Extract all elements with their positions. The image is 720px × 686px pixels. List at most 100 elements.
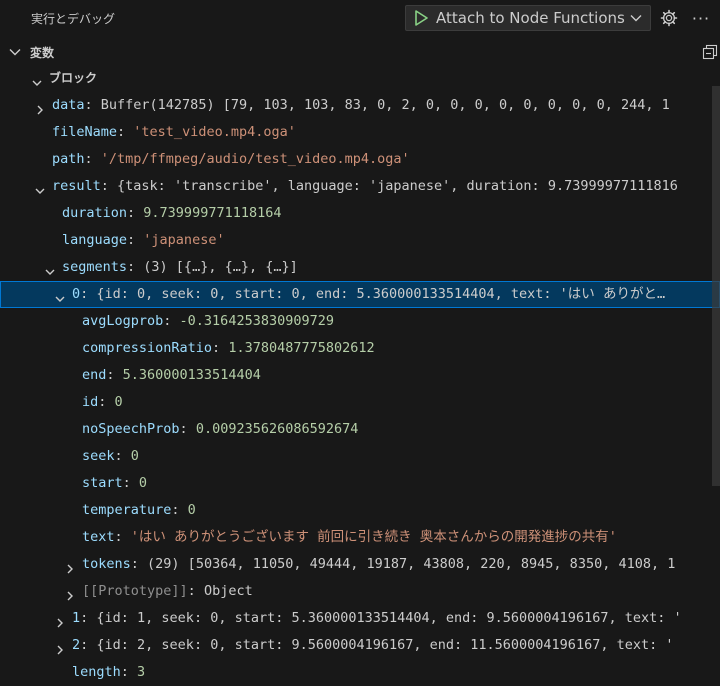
separator: :: [106, 367, 123, 383]
separator: :: [80, 637, 97, 653]
variables-section-label: 変数: [30, 46, 55, 60]
variable-row[interactable]: compressionRatio: 1.3780487775802612: [0, 335, 720, 362]
variable-value: '/tmp/ffmpeg/audio/test_video.mp4.oga': [100, 151, 410, 167]
separator: :: [100, 178, 118, 194]
variable-row[interactable]: 1: {id: 1, seek: 0, start: 5.36000013351…: [0, 605, 720, 632]
variable-row[interactable]: duration: 9.739999771118164: [0, 200, 720, 227]
start-debugging-icon[interactable]: [406, 6, 436, 30]
separator: :: [84, 97, 101, 113]
variable-value: -0.3164253830909729: [179, 313, 334, 329]
row-content: duration: 9.739999771118164: [62, 200, 281, 227]
separator: :: [114, 529, 131, 545]
variable-row[interactable]: data: Buffer(142785) [79, 103, 103, 83, …: [0, 92, 720, 119]
row-content: path: '/tmp/ffmpeg/audio/test_video.mp4.…: [52, 146, 410, 173]
variable-row[interactable]: avgLogprob: -0.3164253830909729: [0, 308, 720, 335]
variable-value: Buffer(142785) [79, 103, 103, 83, 0, 2, …: [100, 97, 670, 113]
variable-row[interactable]: fileName: 'test_video.mp4.oga': [0, 119, 720, 146]
separator: :: [122, 475, 139, 491]
scope-label: ブロック: [49, 71, 98, 85]
variable-value: 0: [130, 448, 139, 464]
variable-name: duration: [62, 205, 128, 221]
chevron-down-icon[interactable]: [54, 288, 66, 302]
separator: :: [187, 583, 204, 599]
variable-name: data: [52, 97, 85, 113]
row-content: temperature: 0: [82, 497, 196, 524]
scrollbar[interactable]: [712, 86, 720, 486]
variable-name: language: [62, 232, 128, 248]
variable-value: 0: [114, 394, 123, 410]
variables-tree: ブロック data: Buffer(142785) [79, 103, 103, …: [0, 65, 720, 686]
separator: :: [80, 286, 97, 302]
separator: :: [179, 421, 196, 437]
variable-row[interactable]: result: {task: 'transcribe', language: '…: [0, 173, 720, 200]
separator: :: [80, 610, 97, 626]
separator: :: [127, 259, 144, 275]
row-content: id: 0: [82, 389, 123, 416]
chevron-right-icon[interactable]: [54, 612, 66, 628]
separator: :: [114, 448, 131, 464]
row-content: language: 'japanese': [62, 227, 225, 254]
chevron-down-icon[interactable]: [44, 261, 56, 275]
variable-value: 0: [187, 502, 196, 518]
row-content: noSpeechProb: 0.009235626086592674: [82, 416, 358, 443]
row-content: fileName: 'test_video.mp4.oga': [52, 119, 296, 146]
variable-name: 0: [72, 286, 81, 302]
chevron-right-icon[interactable]: [64, 558, 76, 574]
variable-name: end: [82, 367, 107, 383]
variable-row[interactable]: tokens: (29) [50364, 11050, 49444, 19187…: [0, 551, 720, 578]
row-content: segments: (3) [{…}, {…}, {…}]: [62, 254, 298, 281]
variable-row[interactable]: language: 'japanese': [0, 227, 720, 254]
separator: :: [130, 556, 148, 572]
separator: :: [120, 664, 138, 680]
variable-row[interactable]: temperature: 0: [0, 497, 720, 524]
row-content: 1: {id: 1, seek: 0, start: 5.36000013351…: [72, 605, 682, 632]
separator: :: [98, 394, 115, 410]
variable-row[interactable]: 0: {id: 0, seek: 0, start: 0, end: 5.360…: [0, 281, 720, 308]
variable-value: {id: 1, seek: 0, start: 5.36000013351440…: [96, 610, 682, 626]
variable-value: 9.739999771118164: [143, 205, 282, 221]
variable-name: compressionRatio: [82, 340, 213, 356]
row-content: data: Buffer(142785) [79, 103, 103, 83, …: [52, 92, 670, 119]
variable-value: {id: 2, seek: 0, start: 9.5600004196167,…: [96, 637, 674, 653]
variable-row[interactable]: path: '/tmp/ffmpeg/audio/test_video.mp4.…: [0, 146, 720, 173]
variable-row[interactable]: end: 5.360000133514404: [0, 362, 720, 389]
launch-config-label: Attach to Node Functions: [436, 9, 625, 27]
chevron-right-icon[interactable]: [54, 639, 66, 655]
gear-icon[interactable]: [658, 7, 680, 29]
variable-value: 0.009235626086592674: [195, 421, 359, 437]
chevron-right-icon[interactable]: [34, 99, 46, 115]
variable-name: result: [52, 178, 101, 194]
more-actions-icon[interactable]: ···: [690, 7, 712, 29]
variable-row[interactable]: noSpeechProb: 0.009235626086592674: [0, 416, 720, 443]
collapse-all-icon[interactable]: [702, 44, 718, 64]
variable-name: segments: [62, 259, 128, 275]
variable-name: noSpeechProb: [82, 421, 180, 437]
variable-row[interactable]: [[Prototype]]: Object: [0, 578, 720, 605]
debug-view-header: 実行とデバッグ Attach to Node Functions ···: [0, 0, 720, 36]
variable-row[interactable]: text: 'はい ありがとうございます 前回に引き続き 奥本さんからの開発進捗…: [0, 524, 720, 551]
chevron-right-icon[interactable]: [64, 585, 76, 601]
chevron-down-icon[interactable]: [34, 180, 46, 194]
variable-row[interactable]: seek: 0: [0, 443, 720, 470]
variable-name: 1: [72, 610, 81, 626]
variable-name: path: [52, 151, 85, 167]
variable-row[interactable]: id: 0: [0, 389, 720, 416]
variable-row[interactable]: 2: {id: 2, seek: 0, start: 9.56000041961…: [0, 632, 720, 659]
variable-name: [[Prototype]]: [82, 583, 188, 599]
row-content: length: 3: [72, 659, 145, 686]
variable-row[interactable]: start: 0: [0, 470, 720, 497]
variables-section-header[interactable]: 変数: [0, 39, 720, 65]
scope-row[interactable]: ブロック: [0, 65, 720, 92]
launch-config-dropdown[interactable]: Attach to Node Functions: [405, 5, 651, 31]
chevron-down-icon[interactable]: [31, 72, 43, 86]
row-content: tokens: (29) [50364, 11050, 49444, 19187…: [82, 551, 675, 578]
row-content: text: 'はい ありがとうございます 前回に引き続き 奥本さんからの開発進捗…: [82, 524, 617, 551]
variable-name: length: [72, 664, 121, 680]
row-content: 0: {id: 0, seek: 0, start: 0, end: 5.360…: [72, 281, 665, 308]
variable-row[interactable]: segments: (3) [{…}, {…}, {…}]: [0, 254, 720, 281]
row-content: start: 0: [82, 470, 147, 497]
variable-value: 3: [137, 664, 146, 680]
separator: :: [117, 124, 134, 140]
variable-row[interactable]: length: 3: [0, 659, 720, 686]
variable-value: 'はい ありがとうございます 前回に引き続き 奥本さんからの開発進捗の共有': [130, 529, 617, 545]
